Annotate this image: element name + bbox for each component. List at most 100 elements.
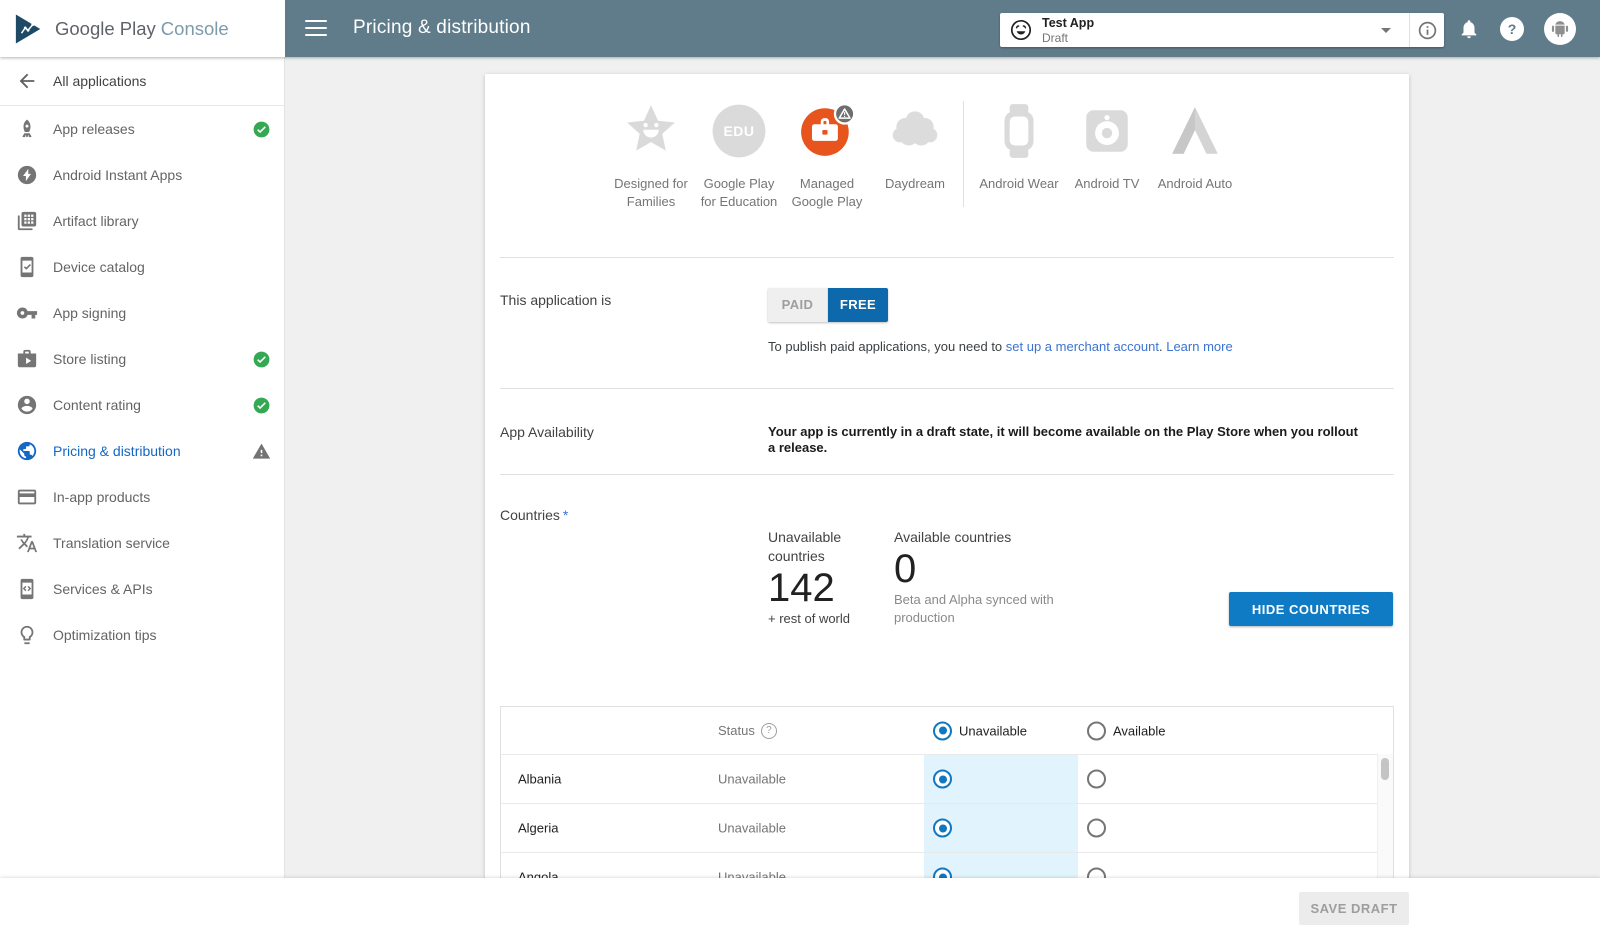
- unavailable-countries-stat: Unavailable countries 142 + rest of worl…: [768, 528, 883, 628]
- device-check-icon: [16, 256, 38, 278]
- countries-table: Status ? Unavailable Available Albania Un…: [500, 706, 1394, 878]
- countries-section-label: Countries *: [500, 507, 568, 523]
- bolt-circle-icon: [16, 164, 38, 186]
- unavailable-all-radio[interactable]: [933, 721, 952, 740]
- sidebar-item-label: Device catalog: [53, 259, 145, 275]
- sidebar-item-artifact-library[interactable]: Artifact library: [0, 198, 284, 244]
- daydream-flower-icon: [871, 101, 959, 161]
- country-status: Unavailable: [718, 869, 786, 879]
- unavailable-radio[interactable]: [933, 818, 952, 838]
- sidebar-item-in-app-products[interactable]: In-app products: [0, 474, 284, 520]
- program-label: Google Play for Education: [700, 176, 778, 209]
- available-radio[interactable]: [1087, 769, 1106, 789]
- account-avatar[interactable]: [1544, 13, 1576, 45]
- countries-label-text: Countries: [500, 507, 560, 523]
- sidebar-item-all-applications[interactable]: All applications: [0, 57, 284, 106]
- sidebar-item-label: App releases: [53, 121, 135, 137]
- app-selector-dropdown[interactable]: Test App Draft: [1000, 13, 1444, 47]
- warning-icon: [252, 442, 271, 461]
- status-help-icon[interactable]: ?: [760, 722, 777, 739]
- sidebar-item-store-listing[interactable]: Store listing: [0, 336, 284, 382]
- sidebar-item-label: Artifact library: [53, 213, 139, 229]
- sidebar-item-android-instant-apps[interactable]: Android Instant Apps: [0, 152, 284, 198]
- available-radio[interactable]: [1087, 818, 1106, 838]
- programs-group-divider: [963, 101, 964, 207]
- available-all-radio[interactable]: [1087, 721, 1106, 740]
- merchant-note-text: To publish paid applications, you need t…: [768, 339, 1006, 354]
- sidebar-item-label: Services & APIs: [53, 581, 153, 597]
- sidebar-item-services-and-apis[interactable]: Services & APIs: [0, 566, 284, 612]
- app-status: Draft: [1042, 31, 1069, 45]
- program-label: Daydream: [885, 176, 945, 191]
- country-status: Unavailable: [718, 771, 786, 787]
- unavailable-radio[interactable]: [933, 769, 952, 789]
- app-smiley-icon: [1009, 18, 1033, 42]
- merchant-note: To publish paid applications, you need t…: [768, 339, 1233, 354]
- program-label: Android TV: [1074, 176, 1140, 191]
- card-icon: [16, 486, 38, 508]
- pricing-distribution-card: Designed for Families EDU Google Play for …: [485, 74, 1409, 878]
- lightbulb-icon: [16, 624, 38, 646]
- available-radio[interactable]: [1087, 867, 1106, 878]
- section-divider: [500, 474, 1394, 475]
- logo-text: Google Play Console: [55, 18, 229, 40]
- back-label: All applications: [53, 73, 147, 89]
- help-icon[interactable]: ?: [1500, 17, 1524, 41]
- library-icon: [16, 210, 38, 232]
- sidebar-item-label: Content rating: [53, 397, 141, 413]
- logo-suffix: Console: [160, 17, 229, 39]
- rocket-icon: [16, 118, 38, 140]
- sidebar-item-pricing-and-distribution[interactable]: Pricing & distribution: [0, 428, 284, 474]
- available-countries-stat: Available countries 0 Beta and Alpha syn…: [894, 528, 1064, 627]
- sidebar-item-optimization-tips[interactable]: Optimization tips: [0, 612, 284, 658]
- chevron-down-icon: [1381, 28, 1391, 33]
- program-android-auto[interactable]: Android Auto: [1151, 101, 1239, 193]
- check-circle-icon: [252, 396, 271, 415]
- sidebar-item-app-signing[interactable]: App signing: [0, 290, 284, 336]
- country-name: Algeria: [518, 820, 559, 836]
- status-column-header: Status: [718, 723, 755, 738]
- program-designed-for-families[interactable]: Designed for Families: [607, 101, 695, 211]
- free-button[interactable]: FREE: [828, 288, 888, 322]
- merchant-account-link[interactable]: set up a merchant account: [1006, 339, 1159, 354]
- notifications-bell-icon[interactable]: [1458, 18, 1480, 40]
- program-label: Android Wear: [979, 176, 1059, 191]
- section-divider: [500, 257, 1394, 258]
- hide-countries-button[interactable]: HIDE COUNTRIES: [1229, 592, 1393, 626]
- country-row-albania: Albania Unavailable: [501, 754, 1393, 803]
- unavailable-countries-label: Unavailable countries: [768, 529, 842, 564]
- sidebar-item-label: Optimization tips: [53, 627, 157, 643]
- countries-table-header: Status ? Unavailable Available: [501, 707, 1393, 754]
- program-android-wear[interactable]: Android Wear: [975, 101, 1063, 193]
- available-countries-label: Available countries: [894, 529, 1012, 545]
- auto-chevron-icon: [1151, 101, 1239, 161]
- watch-icon: [975, 101, 1063, 161]
- managed-briefcase-icon: [783, 101, 871, 161]
- table-scrollbar[interactable]: [1377, 754, 1393, 878]
- paid-button[interactable]: PAID: [768, 288, 828, 322]
- save-draft-button[interactable]: SAVE DRAFT: [1299, 892, 1409, 925]
- country-name: Albania: [518, 771, 562, 787]
- info-icon[interactable]: [1417, 20, 1438, 41]
- program-google-play-for-education[interactable]: EDU Google Play for Education: [695, 101, 783, 211]
- sidebar-item-device-catalog[interactable]: Device catalog: [0, 244, 284, 290]
- sidebar-item-label: Android Instant Apps: [53, 167, 183, 183]
- program-managed-google-play[interactable]: Managed Google Play: [783, 101, 871, 211]
- program-daydream[interactable]: Daydream: [871, 101, 959, 193]
- app-name: Test App: [1042, 16, 1095, 30]
- program-android-tv[interactable]: Android TV: [1063, 101, 1151, 193]
- sidebar-item-content-rating[interactable]: Content rating: [0, 382, 284, 428]
- logo-brand: Google Play: [55, 17, 156, 39]
- shop-icon: [16, 348, 38, 370]
- sidebar-nav: App releases Android Instant Apps Artifact…: [0, 106, 284, 658]
- program-label: Designed for Families: [614, 176, 688, 209]
- sidebar-item-translation-service[interactable]: Translation service: [0, 520, 284, 566]
- availability-text: Your app is currently in a draft state, …: [768, 424, 1358, 455]
- learn-more-link[interactable]: Learn more: [1166, 339, 1232, 354]
- required-asterisk: *: [562, 507, 569, 523]
- sidebar-item-app-releases[interactable]: App releases: [0, 106, 284, 152]
- table-scrollbar-thumb[interactable]: [1381, 758, 1389, 780]
- person-circle-icon: [16, 394, 38, 416]
- countries-table-body: Albania Unavailable Algeria Unavailable Ango…: [501, 754, 1393, 878]
- menu-icon[interactable]: [305, 20, 327, 37]
